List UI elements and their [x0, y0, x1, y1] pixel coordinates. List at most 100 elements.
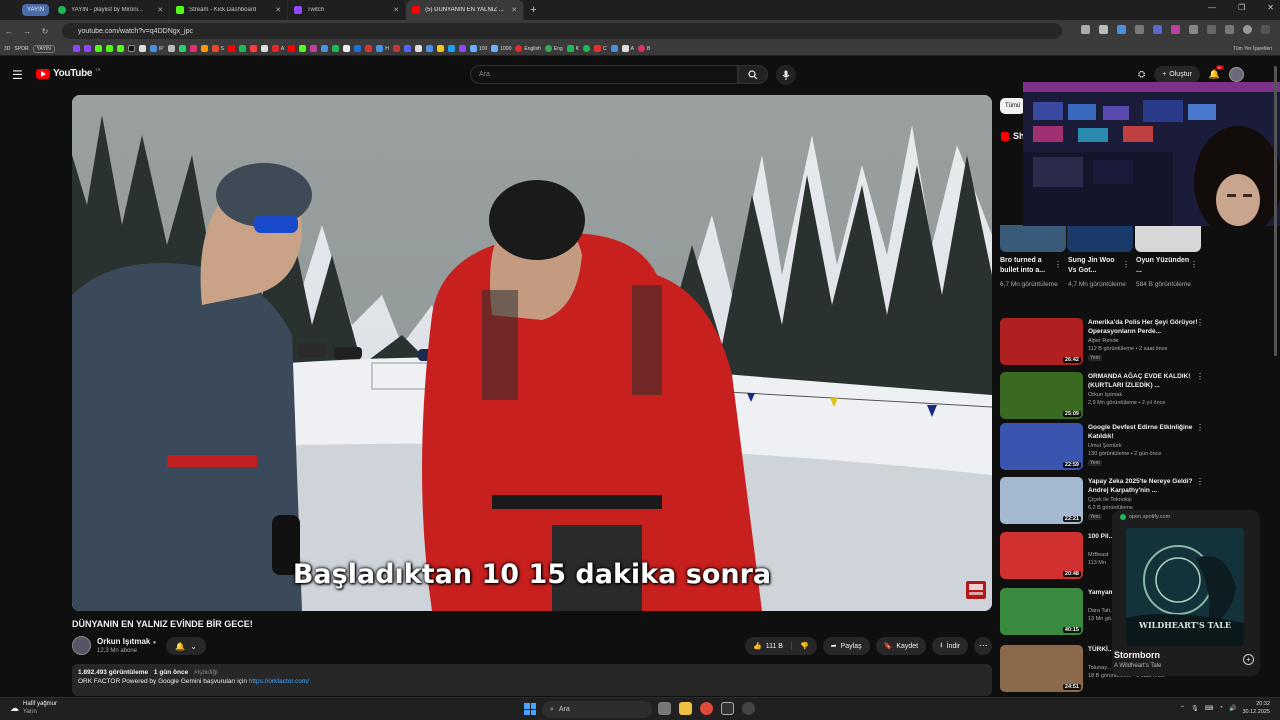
rec-channel[interactable]: Tolunay... — [1088, 665, 1111, 671]
bookmark-item[interactable] — [447, 45, 455, 52]
bookmark-item[interactable] — [178, 45, 186, 52]
bookmark-item[interactable] — [260, 45, 268, 52]
bookmark-item[interactable] — [72, 45, 80, 52]
cast-icon[interactable]: ⛭ — [1138, 69, 1145, 80]
bookmark-item[interactable] — [343, 45, 351, 52]
bookmark-item[interactable]: Eng — [544, 45, 563, 52]
more-options-icon[interactable]: ⋮ — [1196, 318, 1204, 327]
add-to-library-icon[interactable]: + — [1243, 654, 1254, 665]
rec-channel[interactable]: Umut Şentürk — [1088, 443, 1122, 449]
file-explorer-icon[interactable] — [679, 702, 692, 715]
short-title[interactable]: Bro turned a bullet into a... — [1000, 256, 1056, 276]
page-scrollbar[interactable] — [1273, 62, 1278, 696]
bookmark-item[interactable]: IP — [149, 45, 164, 52]
bookmark-item[interactable] — [332, 45, 340, 52]
taskbar-search-input[interactable]: ⌕ Ara — [542, 701, 652, 718]
sidepanel-icon[interactable] — [1225, 25, 1234, 34]
bookmark-item[interactable]: A — [621, 45, 634, 52]
close-tab-icon[interactable]: ✕ — [393, 6, 399, 14]
close-window-icon[interactable]: ✕ — [1267, 3, 1274, 12]
minimize-icon[interactable]: — — [1208, 3, 1216, 12]
close-tab-icon[interactable]: ✕ — [511, 6, 517, 14]
save-button[interactable]: 🔖 Kaydet — [875, 637, 927, 655]
short-thumbnail[interactable] — [1135, 225, 1201, 252]
list-item[interactable]: 26:42 Amerika'da Polis Her Şeyi Görüyor!… — [1000, 318, 1210, 368]
bookmark-item[interactable]: H — [376, 45, 389, 52]
bookmark-item[interactable]: S — [211, 45, 224, 52]
voice-search-button[interactable] — [776, 65, 796, 85]
dislike-button[interactable]: 👎 — [792, 642, 817, 650]
chrome-icon[interactable] — [700, 702, 713, 715]
bookmark-item[interactable] — [189, 45, 197, 52]
subscribed-button[interactable]: 🔔 ⌄ — [166, 637, 206, 655]
bookmark-folder[interactable]: 3D — [4, 46, 10, 52]
bookmark-item[interactable]: English — [515, 45, 541, 52]
scrollbar-thumb[interactable] — [1274, 66, 1277, 356]
tab-kick[interactable]: Stream - Kick Dashboard ✕ — [170, 0, 289, 20]
video-player[interactable]: Başladıktan 10 15 dakika sonra — [72, 95, 992, 611]
list-item[interactable]: 22:59 Google Devfest Edirne Etkinliğine … — [1000, 423, 1210, 473]
search-button[interactable] — [738, 65, 768, 84]
bookmark-item[interactable] — [299, 45, 307, 52]
rec-title[interactable]: Google Devfest Edirne Etkinliğine Katıld… — [1088, 423, 1202, 441]
more-options-icon[interactable]: ⋮ — [1196, 423, 1204, 432]
extension-icon[interactable] — [1117, 25, 1126, 34]
obs-icon[interactable] — [742, 702, 755, 715]
back-icon[interactable]: ← — [0, 27, 18, 36]
bookmark-item[interactable] — [167, 45, 175, 52]
spotify-pip-window[interactable]: open.spotify.com WILDHEART'S TALE Stormb… — [1112, 510, 1260, 676]
install-icon[interactable] — [1081, 25, 1090, 34]
bookmark-folder[interactable]: SPOR — [14, 46, 28, 52]
more-options-icon[interactable]: ⋮ — [1196, 477, 1204, 486]
bookmark-item[interactable]: 1000 — [491, 45, 511, 52]
video-thumbnail[interactable]: 40:15 — [1000, 588, 1083, 635]
bookmark-item[interactable] — [458, 45, 466, 52]
search-input[interactable]: Ara — [470, 65, 738, 84]
forward-icon[interactable]: → — [18, 27, 36, 36]
url-field[interactable]: youtube.com/watch?v=q4DDNgx_jpc — [62, 23, 1062, 39]
extension-icon[interactable] — [1189, 25, 1198, 34]
reload-icon[interactable]: ↻ — [36, 27, 54, 36]
rec-channel[interactable]: Alper Rende — [1088, 338, 1119, 344]
more-actions-button[interactable]: ⋯ — [974, 637, 993, 655]
short-thumbnail[interactable] — [1000, 225, 1066, 252]
new-tab-button[interactable]: + — [530, 4, 536, 16]
bookmark-item[interactable] — [200, 45, 208, 52]
video-thumbnail[interactable]: 22:59 — [1000, 423, 1083, 470]
all-bookmarks-folder[interactable]: Tüm Yer İşaretleri — [1233, 46, 1272, 52]
bookmark-item[interactable] — [227, 45, 235, 52]
rec-channel[interactable]: Orkun Işıtmak — [1088, 392, 1122, 398]
channel-name[interactable]: Orkun Işıtmak ● — [97, 637, 156, 646]
description-link[interactable]: https://orkfactor.com/ — [249, 678, 309, 685]
rec-title[interactable]: ORMANDA AĞAÇ EVDE KALDIK! (KURTLARI İZLE… — [1088, 372, 1202, 390]
video-thumbnail[interactable]: 24:51 — [1000, 645, 1083, 692]
profile-icon[interactable] — [1243, 25, 1252, 34]
bookmark-item[interactable] — [425, 45, 433, 52]
bookmark-item[interactable] — [83, 45, 91, 52]
more-options-icon[interactable]: ⋮ — [1122, 260, 1130, 269]
bookmark-item[interactable]: K — [566, 45, 579, 52]
video-description[interactable]: 1.892.493 görüntüleme 1 gün önce #işbirl… — [72, 664, 992, 696]
close-tab-icon[interactable]: ✕ — [157, 6, 163, 14]
bookmark-item[interactable] — [249, 45, 257, 52]
weather-widget[interactable]: ☁ Hafif yağmur Yarın — [10, 700, 57, 716]
video-thumbnail[interactable]: 22:21 — [1000, 477, 1083, 524]
tab-youtube[interactable]: (5) DÜNYANIN EN YALNIZ ... ✕ — [406, 0, 525, 20]
short-title[interactable]: Oyun Yüzünden ... — [1136, 256, 1192, 276]
bookmark-item[interactable]: A — [271, 45, 284, 52]
rec-channel[interactable]: Dara Tah... — [1088, 608, 1115, 614]
restore-icon[interactable]: ❐ — [1238, 3, 1245, 12]
bookmark-item[interactable] — [414, 45, 422, 52]
bookmark-item[interactable] — [105, 45, 113, 52]
puzzle-icon[interactable] — [1207, 25, 1216, 34]
bookmark-item[interactable] — [94, 45, 102, 52]
settings-icon[interactable] — [721, 702, 734, 715]
menu-icon[interactable] — [1261, 25, 1270, 34]
tab-spotify[interactable]: YAYIN - playlist by Mironi... ✕ — [52, 0, 171, 20]
keyboard-icon[interactable]: ⌨ — [1205, 705, 1214, 712]
bookmark-item[interactable] — [436, 45, 444, 52]
bookmark-item[interactable] — [310, 45, 318, 52]
wifi-icon[interactable]: ◔ — [1219, 705, 1223, 711]
bookmark-item[interactable]: C — [594, 45, 607, 52]
avatar[interactable] — [1229, 67, 1245, 82]
